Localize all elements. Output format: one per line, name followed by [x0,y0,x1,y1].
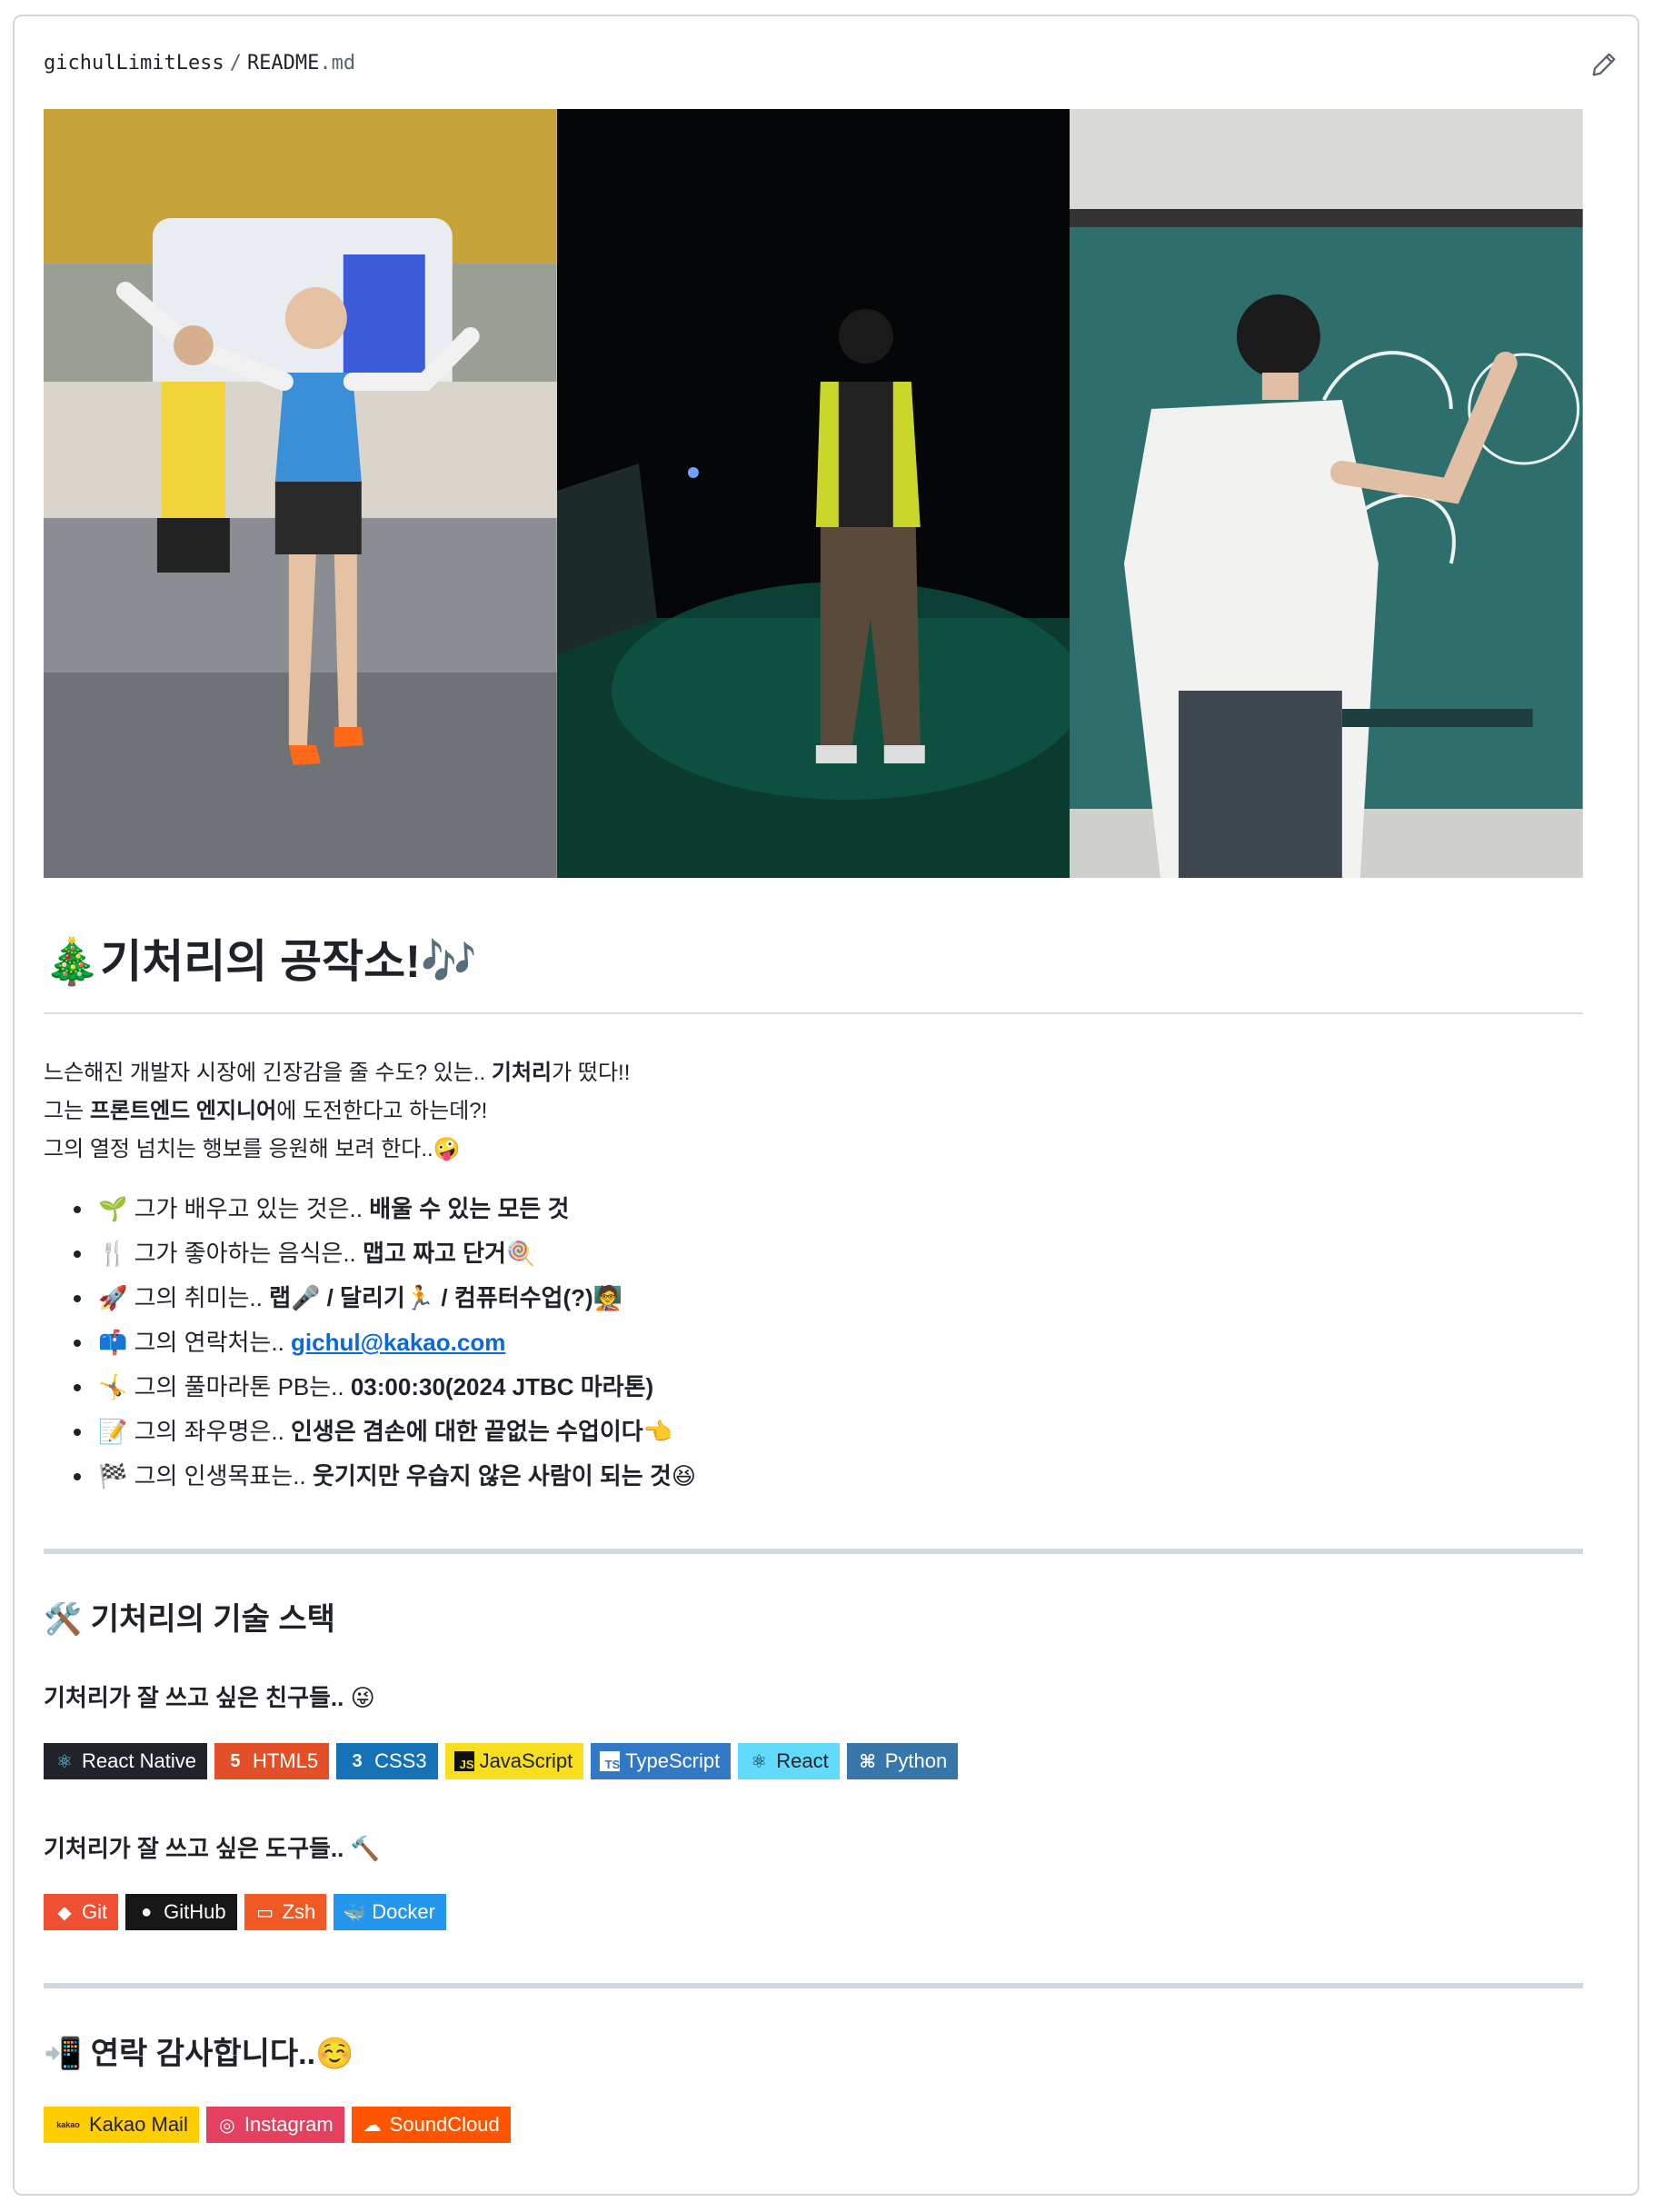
tools-badges: ◆ Git ● GitHub ▭ Zsh 🐳 Docker [44,1894,446,1930]
intro-text: 그의 열정 넘치는 행보를 응원해 보려 한다..🤪 [44,1137,461,1161]
email-link[interactable]: gichul@kakao.com [291,1329,505,1356]
badge-label: HTML5 [252,1749,319,1772]
fact-value: 배울 수 있는 모든 것 [369,1195,570,1222]
breadcrumb-separator: / [229,52,242,75]
languages-heading: 기처리가 잘 쓰고 싶은 친구들.. 😜 [44,1684,375,1711]
intro-paragraph: 느슨해진 개발자 시장에 긴장감을 줄 수도? 있는.. 기처리가 떴다!! 그… [44,1054,630,1169]
kakao-icon: kakao [56,2120,80,2129]
list-item: 🏁 그의 인생목표는.. 웃기지만 우습지 않은 사람이 되는 것😆 [95,1454,696,1499]
css3-icon: 3 [352,1750,363,1771]
list-item: 📫 그의 연락처는.. gichul@kakao.com [95,1320,696,1365]
fact-text: 📝 그의 좌우명은.. [98,1418,292,1445]
fact-text: 🌱 그가 배우고 있는 것은.. [98,1195,370,1222]
instagram-icon: ◎ [219,2115,235,2136]
intro-text: 에 도전한다고 하는데?! [276,1099,488,1123]
photo-whiteboard-lecture [1070,109,1584,878]
intro-line: 그의 열정 넘치는 행보를 응원해 보려 한다..🤪 [44,1131,630,1169]
pencil-icon[interactable] [1588,49,1619,80]
intro-bold: 프론트엔드 엔지니어 [89,1099,277,1123]
badge-label: React [776,1749,829,1772]
breadcrumb: gichulLimitLess / README.md [44,52,355,75]
fact-text: 🍴 그가 좋아하는 음식은.. [98,1240,363,1267]
badge-label: CSS3 [374,1749,427,1772]
intro-line: 그는 프론트엔드 엔지니어에 도전한다고 하는데?! [44,1092,630,1131]
badge-zsh[interactable]: ▭ Zsh [244,1894,327,1930]
badge-label: Git [82,1900,108,1923]
list-item: 🚀 그의 취미는.. 랩🎤 / 달리기🏃 / 컴퓨터수업(?)🧑‍🏫 [95,1276,696,1320]
intro-text: 느슨해진 개발자 시장에 긴장감을 줄 수도? 있는.. [44,1061,492,1085]
badge-github[interactable]: ● GitHub [125,1894,237,1930]
badge-kakao-mail[interactable]: kakao Kakao Mail [44,2107,199,2143]
list-item: 🌱 그가 배우고 있는 것은.. 배울 수 있는 모든 것 [95,1187,696,1231]
file-name: README [246,52,320,75]
typescript-icon: TS [600,1751,621,1771]
tools-heading: 기처리가 잘 쓰고 싶은 도구들.. 🔨 [44,1835,380,1862]
soundcloud-icon: ☁ [363,2115,382,2136]
fact-value: 03:00:30(2024 JTBC 마라톤) [350,1373,654,1400]
file-extension: .md [319,52,356,75]
fact-text: 🏁 그의 인생목표는.. [98,1462,313,1490]
badge-python[interactable]: ⌘ Python [846,1743,959,1779]
fact-text: 🤸 그의 풀마라톤 PB는.. [98,1373,351,1400]
badge-soundcloud[interactable]: ☁ SoundCloud [351,2107,511,2143]
section-divider [44,1983,1583,1988]
languages-badges: ⚛ React Native 5 HTML5 3 CSS3 JS JavaScript TS Ty… [44,1743,959,1779]
fact-text: 🚀 그의 취미는.. [98,1284,270,1311]
fact-text: 📫 그의 연락처는.. [98,1329,292,1356]
contact-badges: kakao Kakao Mail ◎ Instagram ☁ SoundCloud [44,2107,511,2143]
badge-label: Kakao Mail [89,2113,188,2136]
badge-label: SoundCloud [389,2113,500,2136]
intro-bold: 기처리 [491,1061,553,1085]
intro-text: 가 떴다!! [552,1061,631,1085]
badge-label: GitHub [164,1900,226,1923]
list-item: 🍴 그가 좋아하는 음식은.. 맵고 짜고 단거🍭 [95,1231,696,1276]
badge-label: JavaScript [479,1749,573,1772]
fact-value: 인생은 겸손에 대한 끝없는 수업이다👈 [291,1418,673,1445]
readme-title: 🎄기처리의 공작소!🎶 [44,936,478,987]
profile-photo-collage [44,109,1584,878]
intro-line: 느슨해진 개발자 시장에 긴장감을 줄 수도? 있는.. 기처리가 떴다!! [44,1054,630,1092]
file-header: gichulLimitLess / README.md [44,45,1619,82]
badge-javascript[interactable]: JS JavaScript [444,1743,584,1779]
git-icon: ◆ [57,1902,72,1923]
list-item: 📝 그의 좌우명은.. 인생은 겸손에 대한 끝없는 수업이다👈 [95,1410,696,1454]
badge-html5[interactable]: 5 HTML5 [214,1743,330,1779]
badge-label: TypeScript [625,1749,721,1772]
title-divider [44,1012,1583,1014]
docker-icon: 🐳 [343,1902,366,1923]
repo-owner-link[interactable]: gichulLimitLess [44,52,224,75]
react-icon: ⚛ [56,1751,73,1772]
intro-text: 그는 [44,1099,90,1123]
badge-docker[interactable]: 🐳 Docker [334,1894,446,1930]
photo-marathon-runner [44,109,557,878]
badge-css3[interactable]: 3 CSS3 [336,1743,438,1779]
badge-label: Python [884,1749,948,1772]
badge-label: Instagram [244,2113,334,2136]
section-divider [44,1549,1583,1554]
badge-typescript[interactable]: TS TypeScript [591,1743,732,1779]
photo-stage-performance [556,109,1070,878]
tech-stack-heading: 🛠️ 기처리의 기술 스택 [44,1602,335,1637]
github-icon: ● [141,1901,153,1922]
fact-value: 맵고 짜고 단거🍭 [363,1240,536,1267]
badge-react[interactable]: ⚛ React [738,1743,840,1779]
fact-value: 웃기지만 우습지 않은 사람이 되는 것😆 [312,1462,696,1490]
badge-label: Zsh [282,1900,316,1923]
terminal-icon: ▭ [256,1902,274,1923]
list-item: 🤸 그의 풀마라톤 PB는.. 03:00:30(2024 JTBC 마라톤) [95,1365,696,1410]
fact-value: 랩🎤 / 달리기🏃 / 컴퓨터수업(?)🧑‍🏫 [269,1284,623,1311]
badge-label: React Native [82,1749,196,1772]
html5-icon: 5 [230,1750,241,1771]
profile-facts-list: 🌱 그가 배우고 있는 것은.. 배울 수 있는 모든 것 🍴 그가 좋아하는 … [44,1187,696,1499]
badge-label: Docker [372,1900,435,1923]
javascript-icon: JS [453,1751,474,1771]
badge-instagram[interactable]: ◎ Instagram [205,2107,344,2143]
badge-react-native[interactable]: ⚛ React Native [44,1743,207,1779]
react-icon: ⚛ [751,1751,768,1772]
contact-heading: 📲 연락 감사합니다..☺️ [44,2037,354,2071]
badge-git[interactable]: ◆ Git [44,1894,119,1930]
python-icon: ⌘ [859,1751,876,1772]
